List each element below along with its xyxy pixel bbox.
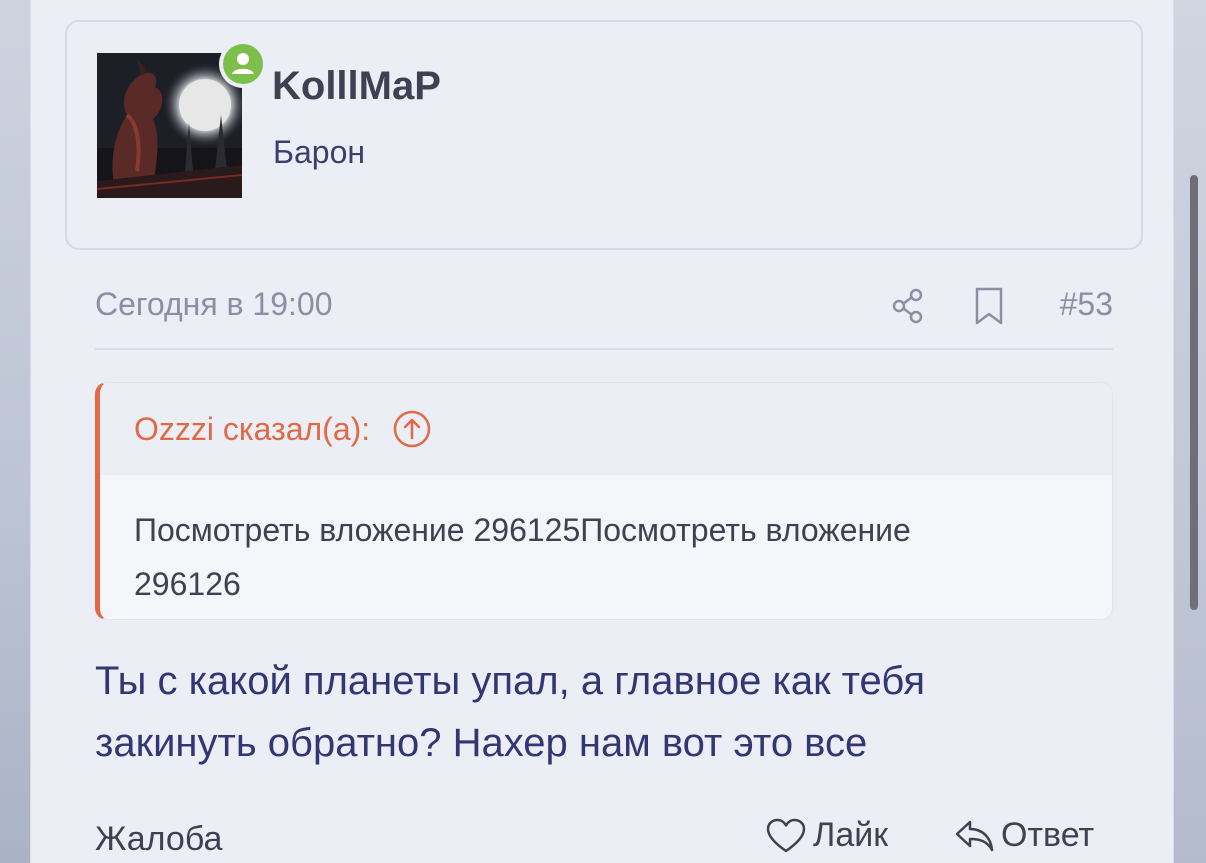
user-rank: Барон — [273, 134, 366, 170]
quote-author[interactable]: Ozzzi сказал(а): — [134, 411, 370, 448]
reply-label: Ответ — [1001, 816, 1095, 854]
report-button[interactable]: Жалоба — [95, 820, 222, 859]
quote-text: Посмотреть вложение 296125Посмотреть вло… — [134, 512, 911, 602]
post-actions: Жалоба Лайк Ответ — [95, 812, 1113, 863]
reply-icon — [955, 820, 994, 851]
forum-post: KolllMaP Барон Сегодня в 19:00 #53 Ozzzi… — [30, 0, 1174, 863]
scrollbar[interactable] — [1190, 175, 1198, 610]
like-button[interactable]: Лайк — [765, 816, 888, 855]
post-date[interactable]: Сегодня в 19:00 — [95, 286, 333, 323]
online-status-indicator — [219, 40, 267, 88]
bookmark-icon[interactable] — [973, 286, 1005, 331]
reply-button[interactable]: Ответ — [953, 816, 1094, 855]
quote-block: Ozzzi сказал(а): Посмотреть вложение 296… — [95, 382, 1113, 620]
page-background-left — [0, 0, 30, 863]
arrow-up-circle-icon[interactable] — [392, 409, 432, 449]
avatar[interactable] — [97, 53, 242, 198]
divider — [95, 348, 1113, 350]
heart-icon — [766, 818, 806, 852]
post-number[interactable]: #53 — [1060, 286, 1113, 323]
user-online-icon — [223, 44, 263, 84]
post-message: Ты с какой планеты упал, а главное как т… — [95, 659, 926, 765]
username[interactable]: KolllMaP — [272, 64, 441, 109]
quote-header: Ozzzi сказал(а): — [100, 383, 1112, 475]
user-card: KolllMaP Барон — [65, 20, 1143, 250]
like-label: Лайк — [813, 816, 889, 854]
share-icon[interactable] — [890, 286, 926, 331]
post-meta: Сегодня в 19:00 #53 — [95, 282, 1113, 332]
